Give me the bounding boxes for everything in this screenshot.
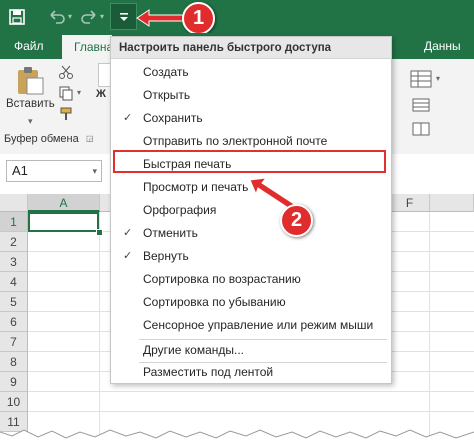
menu-item-show-below-ribbon[interactable]: Разместить под лентой <box>111 361 391 384</box>
row-header-2[interactable]: 2 <box>0 232 28 252</box>
callout-badge-1: 1 <box>182 2 215 35</box>
menu-item-undo[interactable]: ✓ Отменить <box>111 222 391 245</box>
menu-item-label: Другие команды... <box>143 343 244 357</box>
menu-item-new[interactable]: Создать <box>111 61 391 84</box>
menu-item-label: Вернуть <box>143 249 189 263</box>
paste-icon[interactable] <box>14 66 46 96</box>
name-box-dropdown-icon[interactable]: ▾ <box>92 161 97 181</box>
row-header-10[interactable]: 10 <box>0 392 28 412</box>
tab-file[interactable]: Файл <box>14 33 44 59</box>
insert-cells-icon[interactable] <box>412 98 432 115</box>
menu-item-save[interactable]: ✓ Сохранить <box>111 107 391 130</box>
menu-item-redo[interactable]: ✓ Вернуть <box>111 245 391 268</box>
menu-item-label: Сохранить <box>143 111 203 125</box>
menu-item-label: Разместить под лентой <box>143 365 274 379</box>
menu-item-label: Сортировка по убыванию <box>143 295 286 309</box>
callout-badge-2: 2 <box>280 204 313 237</box>
paste-button-label[interactable]: Вставить <box>6 98 55 110</box>
menu-item-label: Создать <box>143 65 189 79</box>
grid-line <box>99 212 100 446</box>
tab-home[interactable]: Главна <box>62 35 113 59</box>
menu-item-label: Отменить <box>143 226 198 240</box>
checkmark-icon: ✓ <box>123 112 133 124</box>
menu-item-label: Сортировка по возрастанию <box>143 272 301 286</box>
menu-item-label: Открыть <box>143 88 191 102</box>
checkmark-icon: ✓ <box>123 227 133 239</box>
menu-item-sort-descending[interactable]: Сортировка по убыванию <box>111 291 391 314</box>
grid-line <box>28 391 474 392</box>
row-header-3[interactable]: 3 <box>0 252 28 272</box>
format-as-table-icon[interactable] <box>410 70 434 88</box>
ribbon-dropdown-icon[interactable]: ▾ <box>436 74 440 83</box>
quick-print-highlight <box>113 150 386 173</box>
row-header-8[interactable]: 8 <box>0 352 28 372</box>
undo-icon[interactable] <box>48 0 66 37</box>
copy-dropdown-icon[interactable]: ▾ <box>77 88 81 97</box>
menu-header: Настроить панель быстрого доступа <box>111 37 391 59</box>
active-cell-a1[interactable] <box>28 212 99 232</box>
name-box-value: A1 <box>12 163 28 178</box>
menu-item-touch-mode[interactable]: Сенсорное управление или режим мыши <box>111 314 391 337</box>
menu-item-open[interactable]: Открыть <box>111 84 391 107</box>
fill-handle[interactable] <box>96 229 103 236</box>
menu-item-label: Отправить по электронной почте <box>143 134 328 148</box>
column-header-g[interactable] <box>430 194 474 212</box>
tab-data[interactable]: Данны <box>424 33 461 59</box>
row-header-4[interactable]: 4 <box>0 272 28 292</box>
copy-icon[interactable] <box>58 85 74 104</box>
redo-dropdown-icon[interactable]: ▾ <box>100 0 104 33</box>
delete-cells-icon[interactable] <box>412 122 432 139</box>
customize-qat-button[interactable] <box>110 3 137 30</box>
menu-item-label: Просмотр и печать <box>143 180 249 194</box>
customize-qat-icon <box>119 13 128 21</box>
column-header-a[interactable]: A <box>28 194 100 212</box>
row-header-1[interactable]: 1 <box>0 212 28 232</box>
menu-item-label: Сенсорное управление или режим мыши <box>143 318 374 332</box>
format-painter-icon[interactable] <box>58 106 74 125</box>
checkmark-icon: ✓ <box>123 250 133 262</box>
row-header-9[interactable]: 9 <box>0 372 28 392</box>
undo-dropdown-icon[interactable]: ▾ <box>68 0 72 33</box>
menu-item-sort-ascending[interactable]: Сортировка по возрастанию <box>111 268 391 291</box>
name-box[interactable]: A1 ▾ <box>6 160 102 182</box>
cut-icon[interactable] <box>58 64 74 83</box>
menu-item-more-commands[interactable]: Другие команды... <box>111 339 391 362</box>
bold-icon[interactable]: Ж <box>96 88 106 100</box>
row-header-7[interactable]: 7 <box>0 332 28 352</box>
row-header-6[interactable]: 6 <box>0 312 28 332</box>
column-header-f[interactable]: F <box>390 194 430 212</box>
grid-line <box>28 411 474 412</box>
torn-edge <box>0 429 474 446</box>
clipboard-launcher-icon[interactable]: ◲ <box>86 134 94 143</box>
menu-item-label: Орфография <box>143 203 217 217</box>
paste-dropdown-icon[interactable]: ▾ <box>28 116 33 127</box>
row-header-5[interactable]: 5 <box>0 292 28 312</box>
save-icon[interactable] <box>9 0 25 37</box>
redo-icon[interactable] <box>80 0 98 37</box>
clipboard-group-label: Буфер обмена <box>4 133 79 145</box>
select-all-corner[interactable] <box>0 194 28 212</box>
grid-line <box>429 212 430 446</box>
